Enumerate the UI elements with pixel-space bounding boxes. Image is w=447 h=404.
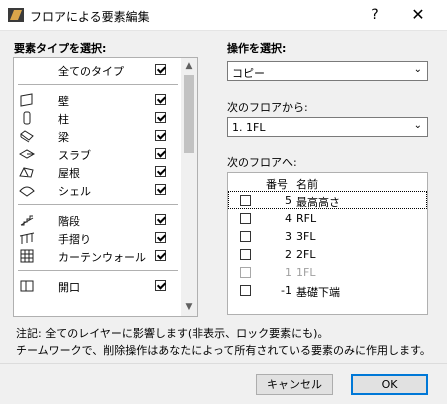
floor-number: 4 [285, 212, 292, 225]
note-line-2: チームワークで、削除操作はあなたによって所有されている要素のみに作用します。 [16, 344, 431, 357]
list-item-wall[interactable]: 壁 [14, 91, 181, 109]
floor-checkbox[interactable] [240, 249, 251, 260]
chevron-down-icon: ⌄ [413, 120, 422, 131]
list-item-label: 手摺り [58, 233, 91, 246]
list-item-beam[interactable]: 梁 [14, 127, 181, 145]
list-item-door[interactable]: 開口 [14, 277, 181, 295]
shell-icon [19, 186, 35, 197]
list-item-label: 柱 [58, 113, 69, 126]
list-item-label: カーテンウォール [58, 251, 146, 264]
floor-number: 5 [285, 194, 292, 207]
floor-checkbox[interactable] [240, 195, 251, 206]
beam-icon [20, 130, 34, 143]
column-icon [23, 111, 31, 125]
floor-number: 1 [285, 266, 292, 279]
target-floor-list[interactable]: 番号 名前 5 最高高さ 4 RFL 3 3FL 2 2FL 1 1FL -1 … [227, 172, 428, 315]
floor-checkbox[interactable] [240, 285, 251, 296]
slab-icon [19, 149, 35, 159]
list-item-label: 屋根 [58, 167, 80, 180]
curtain-wall-checkbox[interactable] [155, 250, 166, 261]
slab-checkbox[interactable] [155, 148, 166, 159]
app-icon [8, 8, 24, 22]
shell-checkbox[interactable] [155, 184, 166, 195]
beam-checkbox[interactable] [155, 130, 166, 141]
note-line-1: 注記: 全てのレイヤーに影響します(非表示、ロック要素にも)。 [16, 327, 329, 340]
roof-icon [19, 167, 34, 178]
list-item-label: スラブ [58, 149, 91, 162]
close-button[interactable]: ✕ [405, 4, 431, 26]
list-item-label: 梁 [58, 131, 69, 144]
floor-row[interactable]: 2 2FL [228, 245, 427, 263]
ok-button[interactable]: OK [351, 374, 428, 395]
column-checkbox[interactable] [155, 112, 166, 123]
scroll-thumb[interactable] [184, 75, 194, 153]
floor-row[interactable]: -1 基礎下端 [228, 281, 427, 299]
list-item-roof[interactable]: 屋根 [14, 163, 181, 181]
operation-heading: 操作を選択: [227, 42, 287, 55]
list-item-label: シェル [58, 185, 91, 198]
floor-number: 3 [285, 230, 292, 243]
railing-checkbox[interactable] [155, 232, 166, 243]
element-type-heading: 要素タイプを選択: [14, 42, 107, 55]
scroll-down-icon[interactable]: ▼ [184, 302, 194, 312]
floor-row[interactable]: 4 RFL [228, 209, 427, 227]
element-type-list[interactable]: 全てのタイプ 壁 柱 梁 スラブ 屋根 シェル 階段 手摺り カーテンウォール … [13, 57, 198, 317]
stair-checkbox[interactable] [155, 214, 166, 225]
floor-name: 3FL [296, 230, 316, 243]
list-scrollbar[interactable]: ▲ ▼ [181, 58, 197, 316]
list-item-stair[interactable]: 階段 [14, 211, 181, 229]
list-item-column[interactable]: 柱 [14, 109, 181, 127]
operation-value: コピー [232, 67, 265, 80]
chevron-down-icon: ⌄ [413, 64, 422, 75]
floor-name: 1FL [296, 266, 316, 279]
wall-checkbox[interactable] [155, 94, 166, 105]
door-icon [20, 280, 34, 292]
floor-checkbox [240, 267, 251, 278]
stair-icon [20, 215, 34, 226]
divider [18, 204, 178, 205]
list-item-all-types[interactable]: 全てのタイプ [14, 61, 181, 79]
list-item-railing[interactable]: 手摺り [14, 229, 181, 247]
from-floor-value: 1. 1FL [232, 121, 266, 134]
railing-icon [19, 232, 35, 244]
column-header-number: 番号 [266, 178, 288, 191]
operation-select[interactable]: コピー ⌄ [227, 61, 428, 81]
column-header-name: 名前 [296, 178, 318, 191]
floor-checkbox[interactable] [240, 231, 251, 242]
list-item-slab[interactable]: スラブ [14, 145, 181, 163]
all-types-checkbox[interactable] [155, 64, 166, 75]
floor-row[interactable]: 5 最高高さ [228, 191, 427, 209]
list-item-shell[interactable]: シェル [14, 181, 181, 199]
floor-name: 2FL [296, 248, 316, 261]
floor-row: 1 1FL [228, 263, 427, 281]
to-floor-label: 次のフロアへ: [227, 156, 297, 169]
list-item-curtain-wall[interactable]: カーテンウォール [14, 247, 181, 265]
divider [18, 270, 178, 271]
divider [18, 84, 178, 85]
floor-name: 基礎下端 [296, 286, 340, 299]
floor-number: -1 [281, 284, 292, 297]
list-item-label: 階段 [58, 215, 80, 228]
scroll-up-icon[interactable]: ▲ [184, 61, 194, 71]
floor-row[interactable]: 3 3FL [228, 227, 427, 245]
floor-name: RFL [296, 212, 317, 225]
curtain-wall-icon [20, 249, 34, 263]
all-types-label: 全てのタイプ [58, 65, 124, 78]
list-item-label: 壁 [58, 95, 69, 108]
divider [0, 363, 447, 364]
from-floor-select[interactable]: 1. 1FL ⌄ [227, 117, 428, 137]
roof-checkbox[interactable] [155, 166, 166, 177]
cancel-button[interactable]: キャンセル [256, 374, 333, 395]
from-floor-label: 次のフロアから: [227, 101, 308, 114]
help-button[interactable]: ? [365, 6, 385, 24]
floor-name: 最高高さ [296, 196, 340, 209]
window-title: フロアによる要素編集 [30, 10, 150, 24]
list-item-label: 開口 [58, 281, 80, 294]
wall-icon [20, 93, 33, 107]
title-bar: フロアによる要素編集 ? ✕ [0, 0, 447, 31]
floor-checkbox[interactable] [240, 213, 251, 224]
floor-number: 2 [285, 248, 292, 261]
door-checkbox[interactable] [155, 280, 166, 291]
